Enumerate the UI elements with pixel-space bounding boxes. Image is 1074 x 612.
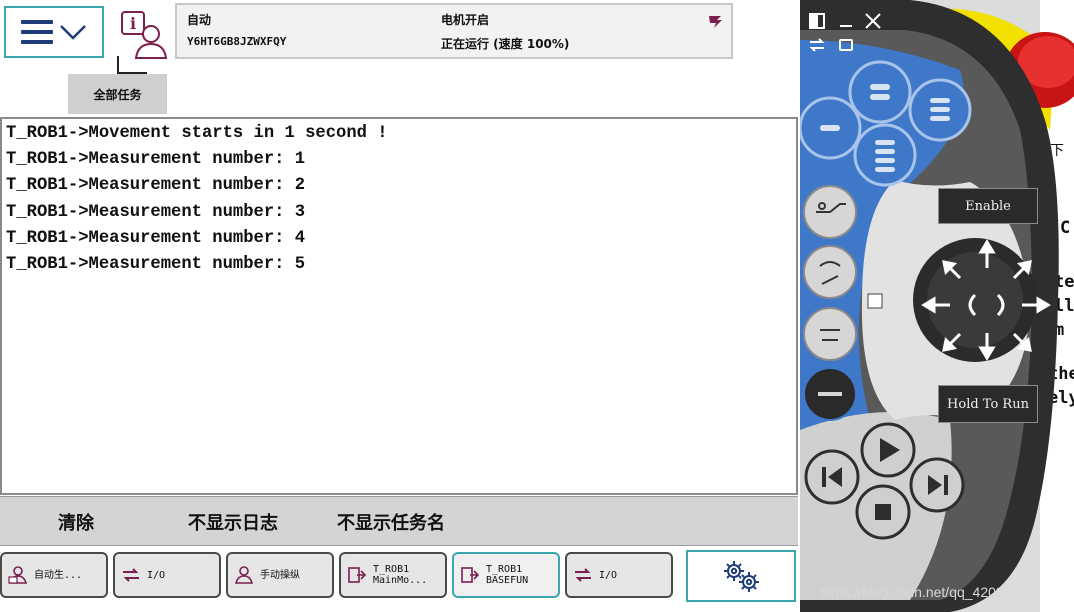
- increment-key[interactable]: [803, 307, 857, 361]
- log-line: T_ROB1->Measurement number: 3: [6, 202, 306, 222]
- io-icon: [123, 568, 139, 582]
- taskbar-label: T_ROB1: [486, 564, 523, 575]
- log-line: T_ROB1->Measurement number: 1: [6, 150, 306, 170]
- log-line: T_ROB1->Measurement number: 2: [6, 176, 306, 196]
- watermark: https://blog.csdn.net/qq_42033903: [820, 584, 1035, 600]
- program-editor-icon: [461, 567, 480, 583]
- taskbar-item-io-2[interactable]: I/O: [565, 552, 673, 598]
- log-line: T_ROB1->Measurement number: 4: [6, 228, 306, 248]
- svg-text:i: i: [130, 14, 136, 33]
- motion-mode-key[interactable]: [803, 245, 857, 299]
- run-state: 正在运行 (速度 100%): [441, 37, 570, 51]
- taskbar-label: 手动操纵: [260, 569, 300, 581]
- stop-icon: [875, 504, 891, 520]
- clear-button[interactable]: 清除: [58, 509, 94, 535]
- taskbar: 自动生... I/O 手动操纵 T_ROB1 MainMo... T_ROB1: [0, 549, 800, 612]
- taskbar-item-program-basefun[interactable]: T_ROB1 BASEFUN: [452, 552, 560, 598]
- program-editor-icon: [348, 567, 367, 583]
- hold-to-run-button[interactable]: Hold To Run: [938, 385, 1038, 423]
- quickset-settings-button[interactable]: [686, 550, 796, 602]
- pendant-housing: [800, 0, 1074, 612]
- tab-all-tasks[interactable]: 全部任务: [68, 74, 167, 114]
- enable-button[interactable]: Enable: [938, 188, 1038, 224]
- gears-icon: [724, 561, 759, 592]
- hide-task-name-button[interactable]: 不显示任务名: [337, 509, 445, 535]
- system-name: Y6HT6GB8JZWXFQY: [187, 35, 287, 48]
- message-log[interactable]: T_ROB1->Movement starts in 1 second ! T_…: [0, 117, 798, 495]
- log-line: T_ROB1->Measurement number: 5: [6, 255, 306, 275]
- event-log-icon[interactable]: i: [118, 8, 170, 60]
- taskbar-label: T_ROB1: [373, 564, 410, 575]
- jogging-icon: [234, 566, 254, 584]
- log-line: T_ROB1->Movement starts in 1 second !: [6, 124, 388, 143]
- taskbar-sublabel: MainMo...: [373, 575, 428, 586]
- auto-production-icon: [8, 566, 28, 584]
- taskbar-item-jogging[interactable]: 手动操纵: [226, 552, 334, 598]
- taskbar-label: 自动生...: [34, 569, 83, 581]
- motor-state: 电机开启: [441, 13, 490, 27]
- taskbar-item-io[interactable]: I/O: [113, 552, 221, 598]
- taskbar-label: I/O: [599, 569, 618, 581]
- io-icon: [575, 568, 591, 582]
- quickset-icon[interactable]: [707, 13, 725, 31]
- taskbar-sublabel: BASEFUN: [486, 575, 529, 586]
- taskbar-item-program-main[interactable]: T_ROB1 MainMo...: [339, 552, 447, 598]
- pendant-key-1[interactable]: [848, 60, 912, 124]
- taskbar-item-auto-production[interactable]: 自动生...: [0, 552, 108, 598]
- chevron-down-icon: [60, 25, 86, 40]
- taskbar-label: I/O: [147, 569, 166, 581]
- command-bar: 清除 不显示日志 不显示任务名: [0, 496, 798, 546]
- operation-mode: 自动: [187, 13, 212, 27]
- pendant-key-4[interactable]: [853, 123, 917, 187]
- hide-log-button[interactable]: 不显示日志: [188, 509, 278, 535]
- status-bar[interactable]: 自动 Y6HT6GB8JZWXFQY 电机开启 正在运行 (速度 100%): [175, 3, 733, 59]
- main-menu-button[interactable]: [4, 6, 104, 58]
- menu-icon: [21, 20, 53, 44]
